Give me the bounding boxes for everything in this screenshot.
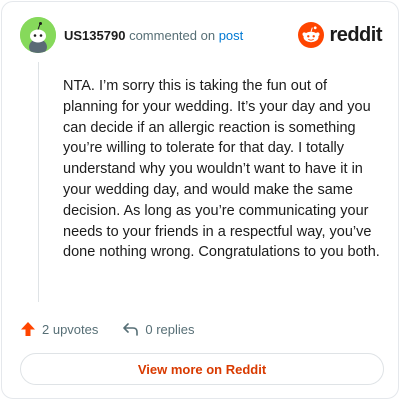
reddit-brand[interactable]: reddit	[298, 22, 382, 48]
action-text: commented on	[129, 27, 216, 43]
avatar-snoo-icon	[20, 17, 56, 53]
reddit-logo-icon	[298, 22, 325, 48]
reply-arrow-icon	[123, 323, 139, 336]
comment-actions: 2 upvotes 0 replies	[20, 318, 195, 340]
comment-body: NTA. I’m sorry this is taking the fun ou…	[63, 78, 380, 261]
thread-line	[38, 62, 39, 302]
comment-meta: US135790 commented on post	[64, 28, 243, 43]
upvote-count: 2 upvotes	[42, 321, 99, 337]
upvote-button[interactable]: 2 upvotes	[20, 321, 98, 337]
reply-button[interactable]: 0 replies	[122, 321, 195, 337]
comment-header: US135790 commented on post reddit	[20, 16, 382, 54]
reply-count: 0 replies	[145, 321, 195, 337]
post-link[interactable]: post	[219, 28, 244, 43]
avatar[interactable]	[20, 17, 56, 53]
upvote-arrow-icon	[21, 322, 35, 336]
view-more-button[interactable]: View more on Reddit	[20, 353, 384, 385]
username[interactable]: US135790	[64, 28, 125, 43]
comment-card: US135790 commented on post reddit NTA. I…	[1, 1, 399, 399]
brand-name: reddit	[329, 23, 382, 46]
